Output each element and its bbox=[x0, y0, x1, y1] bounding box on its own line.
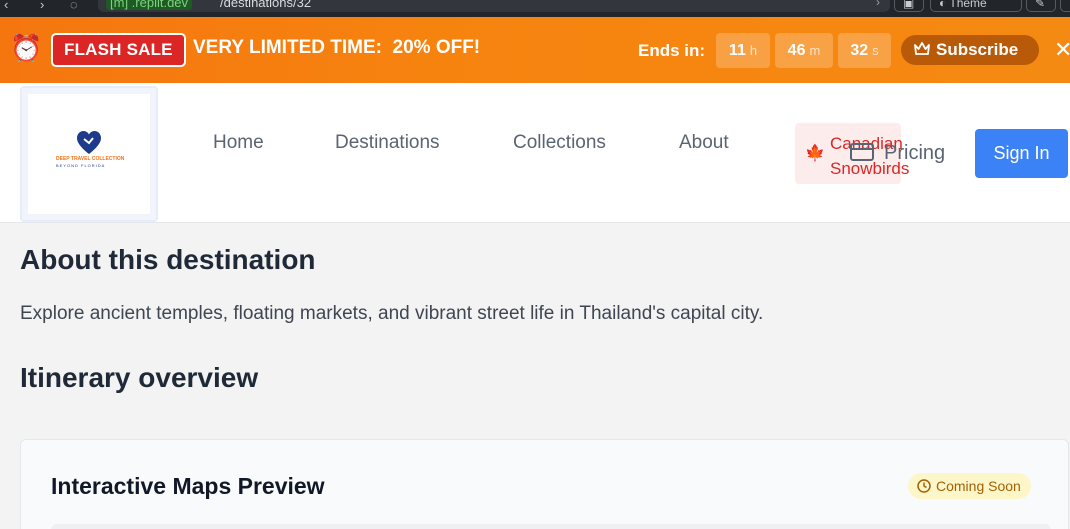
theme-label: Theme bbox=[949, 0, 987, 10]
logo-text-line2: BEYOND FLORIDA bbox=[56, 163, 106, 168]
nav-home[interactable]: Home bbox=[213, 132, 264, 154]
alarm-clock-icon: ⏰ bbox=[10, 33, 43, 63]
subscribe-label: Subscribe bbox=[936, 40, 1019, 59]
timer-hours: 11 h bbox=[716, 33, 770, 68]
flash-sale-banner: ⏰ FLASH SALE VERY LIMITED TIME: 20% OFF!… bbox=[0, 17, 1070, 83]
browser-toolbar: ‹ › ◌ [m] .replit.dev /destinations/32 ›… bbox=[0, 0, 1070, 17]
forward-icon[interactable]: › bbox=[40, 0, 44, 12]
destination-description: Explore ancient temples, floating market… bbox=[20, 303, 764, 324]
bookmark-icon[interactable]: › bbox=[876, 0, 880, 9]
timer-seconds-unit: s bbox=[872, 43, 879, 58]
ends-in-label: Ends in: bbox=[638, 41, 706, 60]
timer-hours-value: 11 bbox=[728, 42, 746, 59]
coming-soon-label: Coming Soon bbox=[936, 478, 1021, 494]
timer-minutes-value: 46 bbox=[787, 42, 806, 59]
site-header: DEEP TRAVEL COLLECTION BEYOND FLORIDA Ho… bbox=[0, 83, 1070, 223]
coming-soon-badge: Coming Soon bbox=[908, 473, 1031, 499]
maps-preview-title: Interactive Maps Preview bbox=[51, 473, 325, 499]
timer-hours-unit: h bbox=[749, 43, 758, 58]
timer-minutes: 46 m bbox=[775, 33, 833, 68]
close-icon[interactable]: ✕ bbox=[1054, 37, 1070, 63]
sign-in-button[interactable]: Sign In bbox=[975, 129, 1068, 178]
pricing-label: Pricing bbox=[884, 142, 946, 164]
theme-button[interactable]: ◐ Theme bbox=[930, 0, 1022, 12]
logo-image: DEEP TRAVEL COLLECTION BEYOND FLORIDA bbox=[30, 96, 148, 214]
clock-icon bbox=[917, 479, 931, 493]
address-host: [m] .replit.dev bbox=[106, 0, 193, 10]
timer-seconds-value: 32 bbox=[850, 42, 869, 59]
interactive-maps-card: Interactive Maps Preview Coming Soon bbox=[20, 439, 1069, 529]
nav-about[interactable]: About bbox=[679, 132, 729, 154]
edit-icon[interactable]: ✎ bbox=[1026, 0, 1056, 12]
heart-logo-icon bbox=[77, 131, 101, 154]
itinerary-heading: Itinerary overview bbox=[20, 362, 259, 393]
about-heading: About this destination bbox=[20, 244, 316, 275]
address-path: /destinations/32 bbox=[220, 0, 312, 10]
maple-leaf-flag-icon: 🍁 bbox=[805, 145, 825, 162]
reload-icon[interactable]: ◌ bbox=[70, 0, 78, 12]
crown-icon bbox=[914, 41, 930, 55]
timer-minutes-unit: m bbox=[809, 43, 821, 58]
address-bar[interactable]: [m] .replit.dev /destinations/32 › bbox=[98, 0, 890, 12]
nav-collections[interactable]: Collections bbox=[513, 132, 606, 154]
credit-card-icon bbox=[850, 142, 874, 161]
nav-pricing[interactable]: Pricing bbox=[850, 142, 945, 165]
logo-text-line1: DEEP TRAVEL COLLECTION bbox=[56, 156, 125, 162]
timer-seconds: 32 s bbox=[838, 33, 891, 68]
back-icon[interactable]: ‹ bbox=[4, 0, 8, 12]
site-logo[interactable]: DEEP TRAVEL COLLECTION BEYOND FLORIDA bbox=[20, 86, 158, 222]
sale-message: VERY LIMITED TIME: 20% OFF! bbox=[193, 37, 481, 58]
subscribe-button[interactable]: Subscribe bbox=[901, 35, 1039, 65]
nav-destinations[interactable]: Destinations bbox=[335, 132, 440, 154]
devtools-icon[interactable]: ▣ bbox=[894, 0, 924, 12]
flash-sale-badge: FLASH SALE bbox=[51, 33, 186, 67]
menu-icon[interactable] bbox=[1060, 0, 1070, 12]
map-preview-area bbox=[51, 524, 1051, 529]
